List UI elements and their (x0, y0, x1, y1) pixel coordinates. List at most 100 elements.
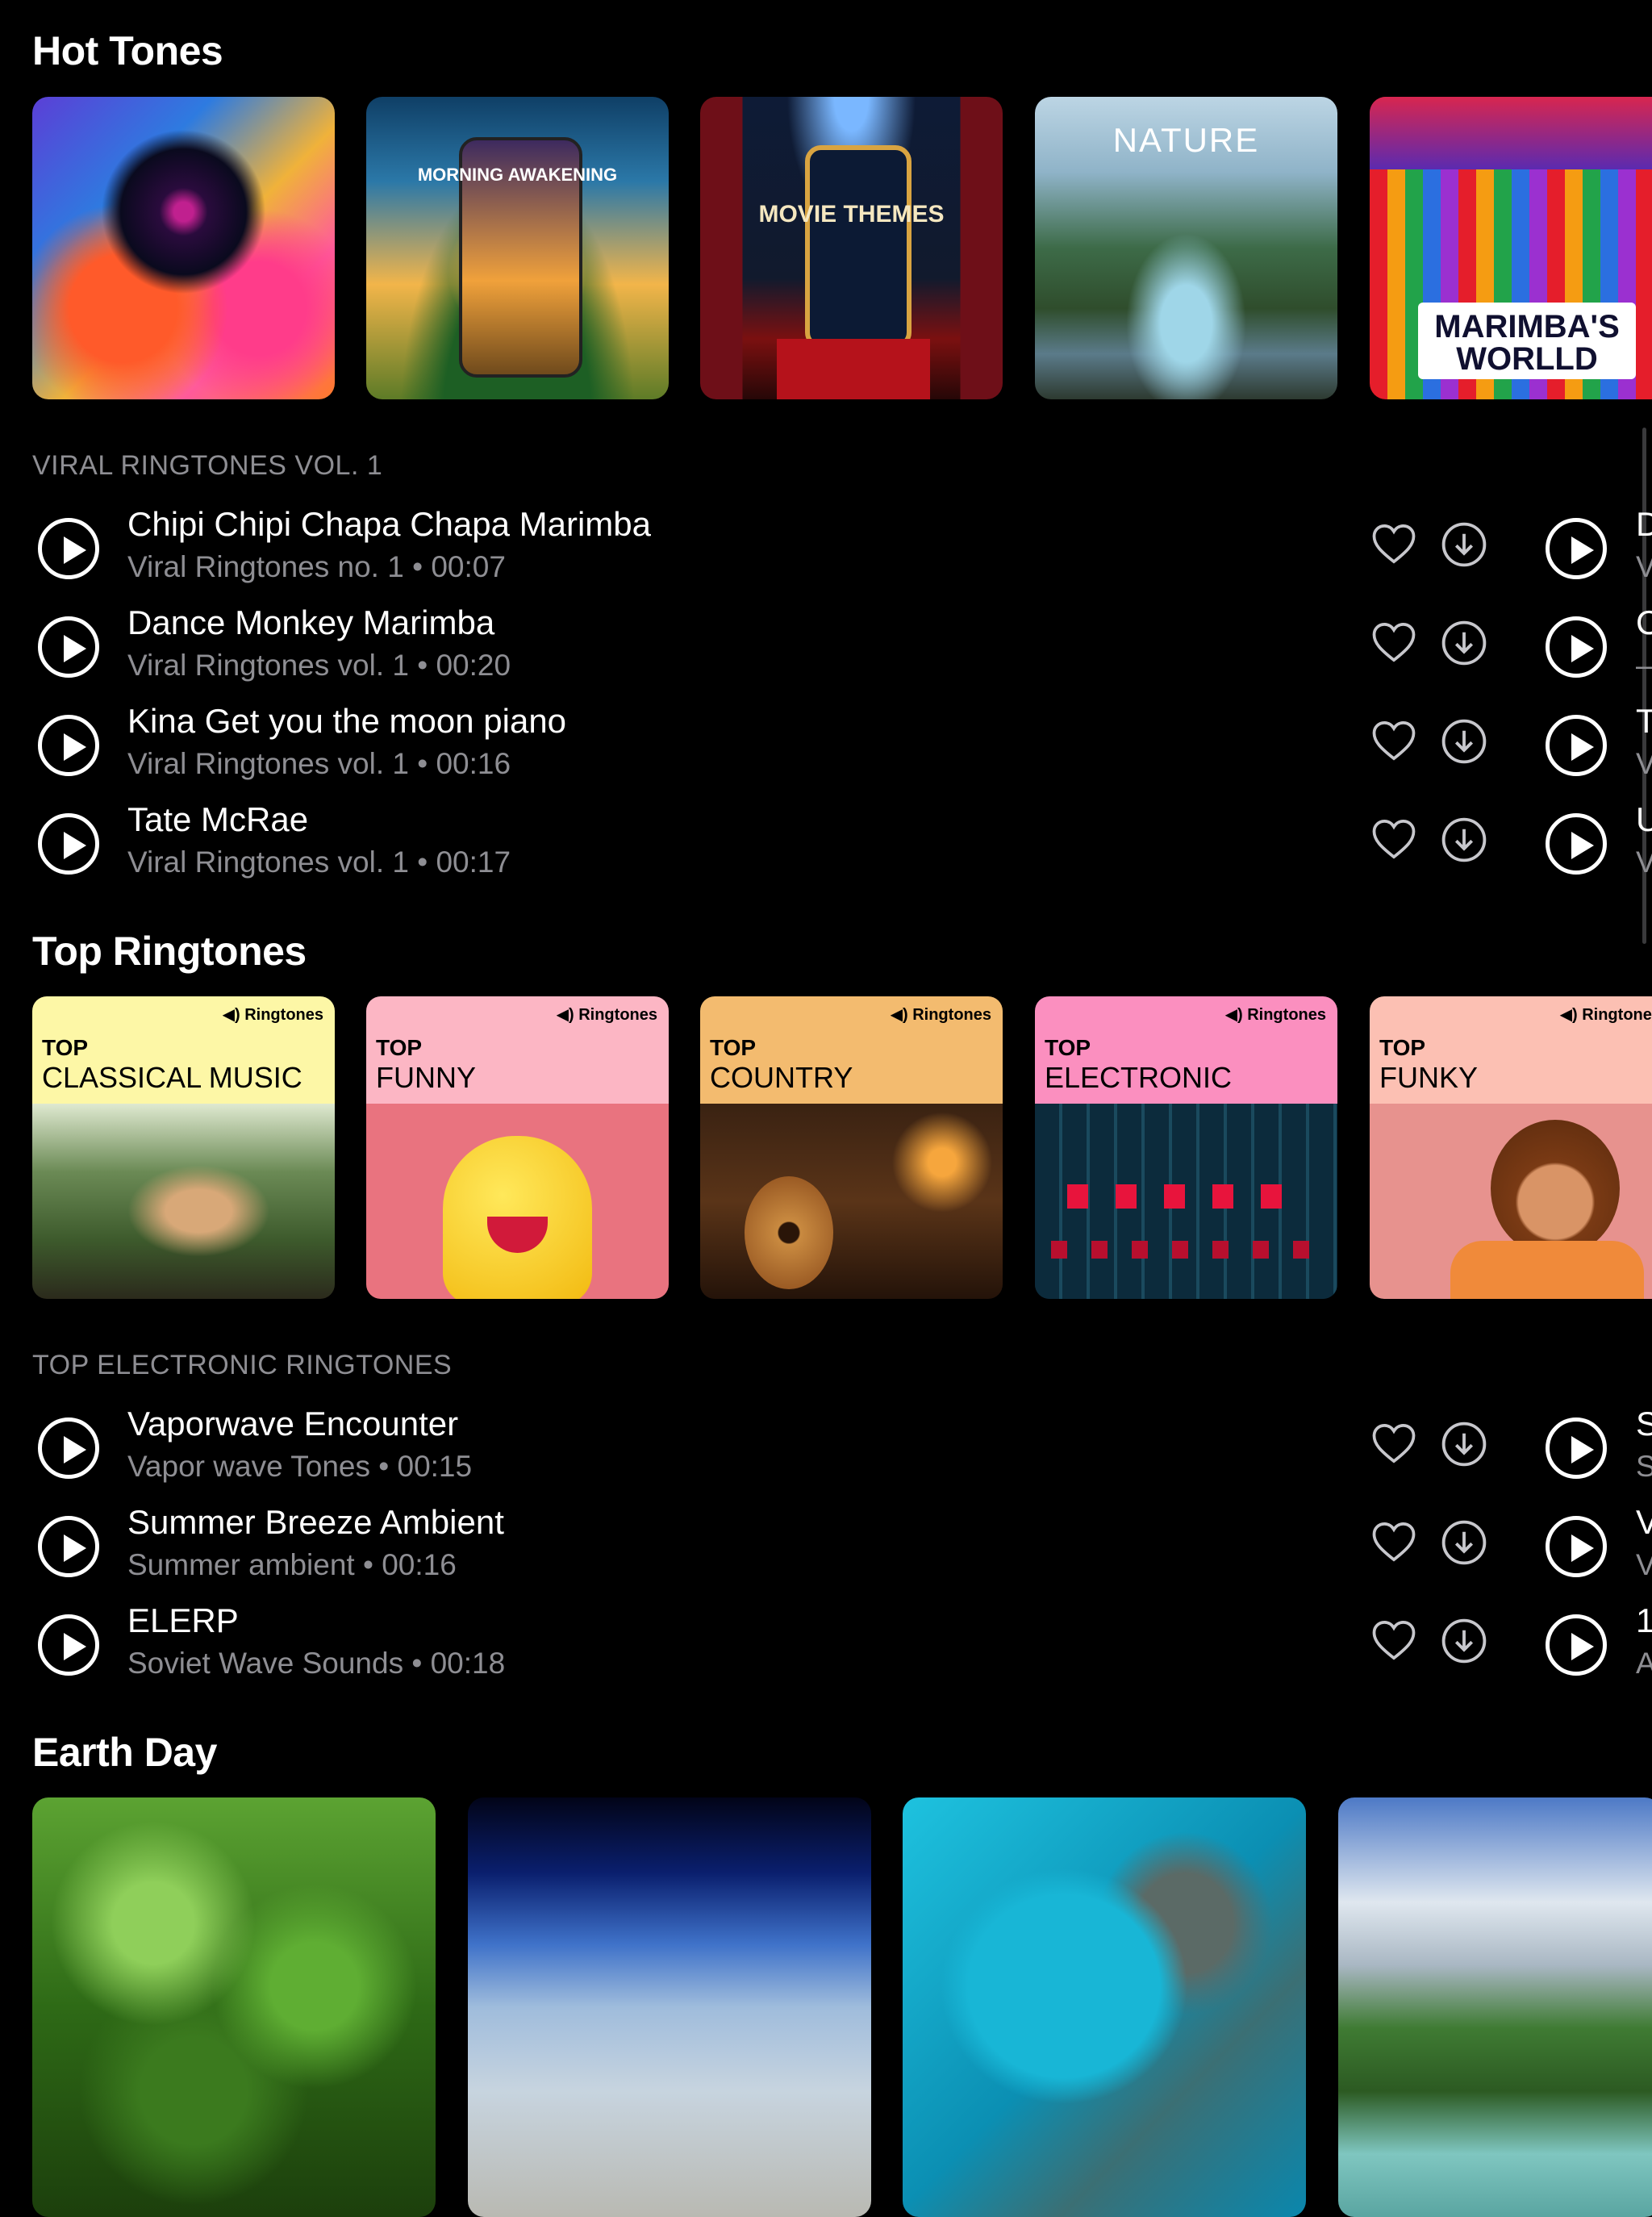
play-icon[interactable] (1546, 518, 1607, 579)
song-row[interactable]: Dance Monkey Marimba Viral Ringtones vol… (0, 600, 1652, 697)
heart-icon[interactable] (1371, 523, 1416, 565)
card-image (1035, 1104, 1337, 1299)
song-title-peek: T (1636, 702, 1652, 740)
play-icon[interactable] (38, 1614, 99, 1676)
card-genre: CLASSICAL MUSIC (42, 1061, 302, 1094)
earth-day-tile-forest[interactable] (32, 1797, 436, 2217)
speaker-icon: ◀) (222, 1006, 240, 1024)
song-subtitle-peek: V (1636, 1548, 1652, 1581)
card-top-label: TOP (376, 1035, 423, 1060)
download-icon[interactable] (1441, 521, 1487, 568)
download-icon[interactable] (1441, 1519, 1487, 1566)
card-genre: FUNNY (376, 1061, 476, 1094)
tile-banner (1370, 97, 1652, 169)
ringtone-card-funky[interactable]: ◀) Ringtones TOP FUNKY (1370, 996, 1652, 1299)
play-icon[interactable] (1546, 1614, 1607, 1676)
tile-caption: MORNING AWAKENING (417, 165, 618, 185)
song-row[interactable]: Tate McRae Viral Ringtones vol. 1 • 00:1… (0, 797, 1652, 894)
song-row[interactable]: Vaporwave Encounter Vapor wave Tones • 0… (0, 1401, 1652, 1498)
hot-tone-tile-cosmic[interactable] (32, 97, 335, 399)
play-icon[interactable] (1546, 616, 1607, 678)
song-subtitle: Viral Ringtones vol. 1 • 00:17 (127, 845, 511, 879)
song-subtitle: Viral Ringtones vol. 1 • 00:16 (127, 747, 511, 780)
download-icon[interactable] (1441, 620, 1487, 666)
song-subtitle-peek: S (1636, 1450, 1652, 1483)
heart-icon[interactable] (1371, 818, 1416, 860)
earth-day-tile-tropical-beach[interactable] (1338, 1797, 1652, 2217)
song-title: Kina Get you the moon piano (127, 702, 567, 740)
song-row[interactable]: ELERP Soviet Wave Sounds • 00:18 1 A (0, 1598, 1652, 1695)
song-title: Dance Monkey Marimba (127, 603, 495, 641)
download-icon[interactable] (1441, 816, 1487, 863)
hot-tone-tile-movie-themes[interactable]: MOVIE THEMES (700, 97, 1003, 399)
brand-label: Ringtones (912, 1006, 991, 1024)
tile-caption: NATURE (1112, 121, 1260, 159)
song-title: Vaporwave Encounter (127, 1405, 459, 1443)
ringtone-card-country[interactable]: ◀) Ringtones TOP COUNTRY (700, 996, 1003, 1299)
play-icon[interactable] (1546, 1516, 1607, 1577)
card-top-label: TOP (710, 1035, 757, 1060)
heart-icon[interactable] (1371, 1422, 1416, 1464)
song-subtitle-peek: V (1636, 845, 1652, 879)
song-title-peek: S (1636, 1405, 1652, 1443)
play-icon[interactable] (38, 1516, 99, 1577)
tile-caption: MOVIE THEMES (758, 201, 945, 228)
song-subtitle: Soviet Wave Sounds • 00:18 (127, 1647, 506, 1680)
earth-day-tile-reef[interactable] (903, 1797, 1306, 2217)
card-genre: ELECTRONIC (1045, 1061, 1233, 1094)
card-genre: COUNTRY (710, 1061, 853, 1094)
hot-tone-tile-morning-awakening[interactable]: MORNING AWAKENING (366, 97, 669, 399)
play-icon[interactable] (1546, 1417, 1607, 1479)
section-label-electronic: TOP ELECTRONIC RINGTONES (32, 1350, 453, 1380)
heart-icon[interactable] (1371, 720, 1416, 762)
song-title: Chipi Chipi Chapa Chapa Marimba (127, 505, 651, 543)
song-subtitle-peek: – (1636, 649, 1652, 682)
song-subtitle-peek: V (1636, 747, 1652, 780)
song-subtitle: Viral Ringtones no. 1 • 00:07 (127, 550, 506, 583)
play-icon[interactable] (38, 1417, 99, 1479)
speaker-icon: ◀) (1224, 1006, 1243, 1024)
hot-tone-tile-marimbas-world[interactable]: MARIMBA'S WORLLD (1370, 97, 1652, 399)
fur-coat (1450, 1241, 1644, 1299)
song-row[interactable]: Summer Breeze Ambient Summer ambient • 0… (0, 1500, 1652, 1597)
phone-illustration (805, 145, 912, 349)
play-icon[interactable] (1546, 715, 1607, 776)
card-brand: ◀) Ringtones (557, 1004, 657, 1025)
card-image (366, 1104, 669, 1299)
red-carpet (777, 339, 930, 399)
play-icon[interactable] (38, 616, 99, 678)
ringtone-card-funny[interactable]: ◀) Ringtones TOP FUNNY (366, 996, 669, 1299)
download-icon[interactable] (1441, 1421, 1487, 1468)
brand-label: Ringtones (1582, 1006, 1652, 1024)
heart-icon[interactable] (1371, 1521, 1416, 1563)
song-row[interactable]: Kina Get you the moon piano Viral Ringto… (0, 699, 1652, 795)
earth-day-tile-earth-from-space[interactable] (468, 1797, 871, 2217)
section-label-viral: VIRAL RINGTONES VOL. 1 (32, 450, 383, 481)
song-title-peek: U (1636, 800, 1652, 838)
song-row[interactable]: Chipi Chipi Chapa Chapa Marimba Viral Ri… (0, 502, 1652, 599)
mixer-knobs (1051, 1241, 1325, 1259)
download-icon[interactable] (1441, 718, 1487, 765)
song-subtitle: Vapor wave Tones • 00:15 (127, 1450, 473, 1483)
play-icon[interactable] (1546, 813, 1607, 875)
hot-tone-tile-nature[interactable]: NATURE (1035, 97, 1337, 399)
tile-caption: MARIMBA'S WORLLD (1434, 309, 1620, 377)
card-image (700, 1104, 1003, 1299)
song-subtitle-peek: A (1636, 1647, 1652, 1680)
heart-icon[interactable] (1371, 1619, 1416, 1661)
funky-singer (1491, 1120, 1620, 1257)
card-genre: FUNKY (1379, 1061, 1479, 1094)
play-icon[interactable] (38, 813, 99, 875)
play-icon[interactable] (38, 715, 99, 776)
card-brand: ◀) Ringtones (1225, 1004, 1326, 1025)
mixer-knobs (1067, 1184, 1309, 1209)
brand-label: Ringtones (578, 1006, 657, 1024)
song-title-peek: 1 (1636, 1601, 1652, 1639)
ringtone-card-electronic[interactable]: ◀) Ringtones TOP ELECTRONIC (1035, 996, 1337, 1299)
ringtone-card-classical[interactable]: ◀) Ringtones TOP CLASSICAL MUSIC (32, 996, 335, 1299)
play-icon[interactable] (38, 518, 99, 579)
guitar-illustration (745, 1176, 833, 1289)
heart-icon[interactable] (1371, 621, 1416, 663)
download-icon[interactable] (1441, 1618, 1487, 1664)
brand-label: Ringtones (1247, 1006, 1326, 1024)
